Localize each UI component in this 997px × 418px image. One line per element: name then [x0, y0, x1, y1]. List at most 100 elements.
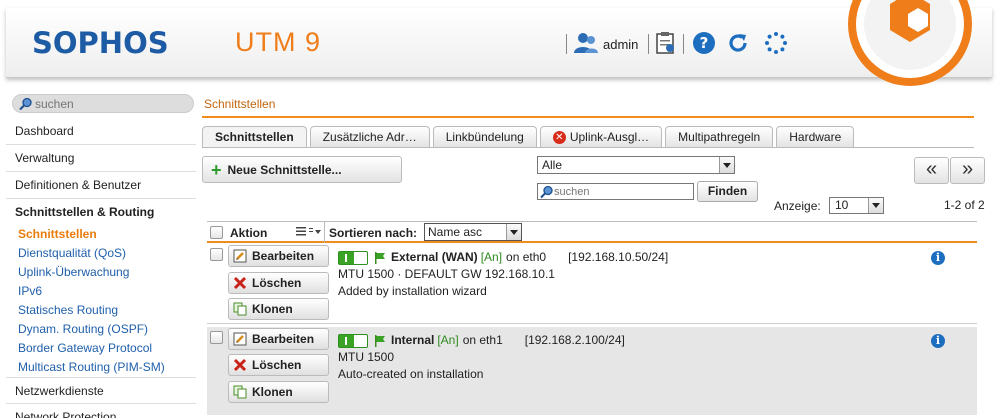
tab-additional-addresses[interactable]: Zusätzliche Adr…	[309, 126, 430, 147]
interface-info: Internal [An] on eth1 [192.168.2.100/24]…	[338, 332, 625, 383]
prev-page-button[interactable]: «	[914, 157, 949, 184]
tab-bar: Schnittstellen Zusätzliche Adr… Linkbünd…	[202, 126, 857, 148]
edit-label: Bearbeiten	[252, 332, 315, 346]
separator	[566, 34, 567, 54]
interface-comment: Added by installation wizard	[338, 284, 487, 298]
edit-button[interactable]: Bearbeiten	[228, 245, 329, 267]
user-icon[interactable]	[573, 32, 599, 57]
clone-icon	[233, 302, 247, 316]
delete-button[interactable]: Löschen	[228, 272, 329, 294]
show-label: Anzeige:	[774, 199, 821, 213]
sidebar-item-network-protection[interactable]: Network Protection	[6, 410, 116, 418]
interface-details: MTU 1500	[338, 350, 395, 364]
delete-button[interactable]: Löschen	[228, 354, 329, 376]
flag-icon	[374, 334, 386, 347]
username[interactable]: admin	[603, 37, 638, 52]
header: SOPHOS UTM 9 admin ?	[0, 0, 997, 90]
table-row: Bearbeiten Löschen Klonen External (WAN)…	[207, 244, 977, 324]
chevron-down-icon	[719, 157, 734, 173]
interface-comment: Auto-created on installation	[338, 367, 484, 381]
svg-text:?: ?	[700, 34, 709, 52]
search-icon	[540, 185, 554, 202]
clone-icon	[233, 385, 247, 399]
utm-emblem-icon	[846, 0, 978, 90]
tab-link-aggregation[interactable]: Linkbündelung	[432, 126, 537, 147]
info-icon[interactable]: i	[931, 334, 945, 348]
sidebar-item-definitionen[interactable]: Definitionen & Benutzer	[6, 172, 196, 199]
interface-info: External (WAN) [An] on eth0 [192.168.10.…	[338, 249, 668, 300]
delete-label: Löschen	[252, 276, 302, 290]
interface-state: [An]	[437, 333, 459, 347]
search-icon	[19, 97, 33, 114]
filter-value: Alle	[542, 158, 563, 172]
tab-hardware[interactable]: Hardware	[776, 126, 855, 147]
enable-toggle[interactable]	[338, 250, 368, 265]
edit-button[interactable]: Bearbeiten	[228, 328, 329, 350]
divider	[202, 116, 974, 118]
interface-details: MTU 1500 · DEFAULT GW 192.168.10.1	[338, 267, 555, 281]
plus-icon: +	[211, 159, 222, 180]
page-size-select[interactable]: 10	[829, 197, 884, 214]
tab-uplink-balancing[interactable]: ✕ Uplink-Ausgl…	[539, 126, 663, 147]
info-icon[interactable]: i	[931, 251, 945, 265]
tab-schnittstellen[interactable]: Schnittstellen	[202, 126, 307, 147]
sort-value: Name asc	[428, 225, 483, 239]
table-header: Aktion Sortieren nach: Name asc	[207, 221, 977, 243]
edit-icon	[233, 249, 247, 263]
chevron-down-icon	[506, 224, 521, 240]
breadcrumb: Schnittstellen	[204, 97, 276, 111]
interface-name[interactable]: External (WAN)	[391, 249, 478, 266]
sidebar-subitem-multicast[interactable]: Multicast Routing (PIM-SM)	[6, 358, 196, 377]
sidebar-item-verwaltung[interactable]: Verwaltung	[6, 145, 196, 172]
interface-port: on eth1	[462, 333, 503, 347]
tab-multipath-rules[interactable]: Multipathregeln	[665, 126, 774, 147]
clipboard-icon[interactable]	[655, 31, 677, 58]
delete-icon	[233, 358, 247, 372]
filter-search[interactable]	[537, 183, 694, 200]
menu-search[interactable]	[12, 94, 194, 113]
interface-port: on eth0	[506, 250, 547, 264]
clone-button[interactable]: Klonen	[228, 298, 329, 320]
column-options-icon[interactable]	[296, 226, 322, 241]
menu-search-input[interactable]	[35, 96, 185, 112]
refresh-icon[interactable]	[726, 31, 750, 58]
sidebar-item-netzwerkdienste[interactable]: Netzwerkdienste	[6, 377, 196, 404]
select-all-checkbox[interactable]	[210, 226, 223, 239]
sidebar-item-interfaces-routing[interactable]: Schnittstellen & Routing	[6, 199, 196, 225]
next-page-button[interactable]: »	[950, 157, 985, 184]
new-interface-label: Neue Schnittstelle...	[227, 162, 342, 177]
find-button[interactable]: Finden	[697, 181, 758, 202]
row-checkbox[interactable]	[210, 331, 223, 344]
new-interface-button[interactable]: + Neue Schnittstelle...	[202, 156, 402, 183]
filter-select[interactable]: Alle	[537, 156, 735, 174]
interface-name[interactable]: Internal	[391, 332, 434, 349]
table-row: Bearbeiten Löschen Klonen Internal [An] …	[207, 327, 977, 415]
sidebar-subitem-qos[interactable]: Dienstqualität (QoS)	[6, 244, 196, 263]
enable-toggle[interactable]	[338, 333, 368, 348]
row-checkbox[interactable]	[210, 248, 223, 261]
clone-button[interactable]: Klonen	[228, 381, 329, 403]
flag-icon	[374, 251, 386, 264]
delete-icon	[233, 276, 247, 290]
sidebar-subitem-ipv6[interactable]: IPv6	[6, 282, 196, 301]
help-icon[interactable]: ?	[692, 31, 716, 58]
delete-label: Löschen	[252, 358, 302, 372]
result-count: 1-2 of 2	[944, 198, 985, 212]
sidebar-subitem-schnittstellen[interactable]: Schnittstellen	[6, 225, 196, 244]
sidebar-subitem-ospf[interactable]: Dynam. Routing (OSPF)	[6, 320, 196, 339]
edit-icon	[233, 332, 247, 346]
action-column-header: Aktion	[230, 226, 268, 240]
sophos-logo: SOPHOS	[32, 26, 169, 60]
sort-label: Sortieren nach:	[329, 226, 418, 240]
sidebar-subitem-static-routing[interactable]: Statisches Routing	[6, 301, 196, 320]
interface-state: [An]	[480, 250, 503, 264]
divider	[202, 147, 974, 148]
sidebar-subitem-uplink-monitoring[interactable]: Uplink-Überwachung	[6, 263, 196, 282]
separator	[648, 34, 650, 54]
tab-label: Uplink-Ausgl…	[569, 129, 650, 144]
sort-select[interactable]: Name asc	[424, 223, 522, 241]
sidebar-item-dashboard[interactable]: Dashboard	[6, 118, 196, 145]
sidebar-subitem-bgp[interactable]: Border Gateway Protocol	[6, 339, 196, 358]
loading-icon	[764, 31, 788, 58]
filter-search-input[interactable]	[554, 184, 692, 199]
